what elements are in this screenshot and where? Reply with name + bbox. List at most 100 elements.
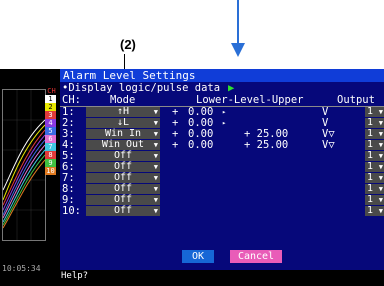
dropdown-arrow-icon: ▼ bbox=[378, 108, 383, 116]
mode-select[interactable]: Off ▼ bbox=[86, 162, 160, 172]
dropdown-arrow-icon: ▼ bbox=[378, 152, 383, 160]
column-header: CH: Mode Lower-Level-Upper Output bbox=[60, 94, 384, 107]
mode-select[interactable]: Win In ▼ bbox=[86, 129, 160, 139]
mode-value: ↑H bbox=[116, 106, 130, 117]
output-select[interactable]: 1 ▼ bbox=[365, 129, 384, 139]
dialog-buttons: OK Cancel bbox=[60, 250, 384, 264]
dropdown-arrow-icon: ▼ bbox=[378, 174, 383, 182]
lower-value[interactable]: 0.00 bbox=[188, 140, 213, 151]
dropdown-arrow-icon: ▼ bbox=[378, 119, 383, 127]
dropdown-arrow-icon: ▼ bbox=[153, 174, 158, 182]
alarm-row: 4: Win Out ▼ +0.00 + 25.00 V▽ 1 ▼ bbox=[60, 140, 384, 151]
alarm-row: 6: Off ▼ 1 ▼ bbox=[60, 162, 384, 173]
mode-value: Off bbox=[113, 205, 133, 216]
mode-value: Win Out bbox=[101, 139, 145, 150]
channel-indicator: 2 bbox=[45, 103, 56, 111]
output-select[interactable]: 1 ▼ bbox=[365, 162, 384, 172]
channel-list-header: CH bbox=[47, 87, 56, 95]
mode-select[interactable]: Off ▼ bbox=[86, 195, 160, 205]
output-select[interactable]: 1 ▼ bbox=[365, 173, 384, 183]
mode-value: Off bbox=[113, 150, 133, 161]
sign-value[interactable]: + bbox=[172, 140, 178, 151]
channel-indicator: 4 bbox=[45, 119, 56, 127]
channel-list: CH 1 2 3 4 5 6 7 8 9 10 bbox=[45, 87, 58, 175]
alarm-row: 9: Off ▼ 1 ▼ bbox=[60, 195, 384, 206]
dropdown-arrow-icon: ▼ bbox=[378, 163, 383, 171]
mode-value: Off bbox=[113, 161, 133, 172]
dropdown-arrow-icon: ▼ bbox=[153, 185, 158, 193]
dropdown-arrow-icon: ▼ bbox=[378, 196, 383, 204]
channel-indicator: 3 bbox=[45, 111, 56, 119]
dropdown-arrow-icon: ▼ bbox=[153, 108, 158, 116]
mode-value: Off bbox=[113, 194, 133, 205]
output-select[interactable]: 1 ▼ bbox=[365, 107, 384, 117]
channel-indicator: 1 bbox=[45, 95, 56, 103]
dropdown-arrow-icon: ▼ bbox=[153, 130, 158, 138]
output-value: 1 bbox=[367, 194, 374, 205]
mode-select[interactable]: Win Out ▼ bbox=[86, 140, 160, 150]
output-value: 1 bbox=[367, 205, 374, 216]
dropdown-arrow-icon: ▼ bbox=[153, 207, 158, 215]
output-select[interactable]: 1 ▼ bbox=[365, 195, 384, 205]
dropdown-arrow-icon: ▼ bbox=[153, 141, 158, 149]
mode-select[interactable]: Off ▼ bbox=[86, 184, 160, 194]
help-bar: Help? bbox=[60, 270, 384, 286]
dropdown-arrow-icon: ▼ bbox=[378, 130, 383, 138]
dropdown-arrow-icon: ▼ bbox=[378, 185, 383, 193]
alarm-rows: 1: ↑H ▼ +0.00 ▸ V 1 ▼ 2: ↓L ▼ +0.00 ▸ V 1 ▼ 3: Win In ▼ +0.… bbox=[60, 107, 384, 217]
level-arrow-icon: ▸ bbox=[222, 108, 227, 116]
header-mode: Mode bbox=[110, 94, 136, 106]
dropdown-arrow-icon: ▼ bbox=[378, 207, 383, 215]
alarm-row: 7: Off ▼ 1 ▼ bbox=[60, 173, 384, 184]
alarm-row: 10: Off ▼ 1 ▼ bbox=[60, 206, 384, 217]
mode-select[interactable]: ↑H ▼ bbox=[86, 107, 160, 117]
dropdown-arrow-icon: ▼ bbox=[153, 119, 158, 127]
mode-value: Off bbox=[113, 183, 133, 194]
alarm-row: 8: Off ▼ 1 ▼ bbox=[60, 184, 384, 195]
channel-indicator: 7 bbox=[45, 143, 56, 151]
output-value: 1 bbox=[367, 183, 374, 194]
display-logic-pulse-toggle[interactable]: •Display logic/pulse data ▶ bbox=[60, 82, 384, 94]
mode-select[interactable]: Off ▼ bbox=[86, 151, 160, 161]
output-select[interactable]: 1 ▼ bbox=[365, 140, 384, 150]
dropdown-arrow-icon: ▼ bbox=[153, 163, 158, 171]
output-value: 1 bbox=[367, 117, 374, 128]
dropdown-arrow-icon: ▼ bbox=[153, 196, 158, 204]
unit-label: V▽ bbox=[322, 139, 335, 151]
dialog-title: Alarm Level Settings bbox=[60, 69, 384, 82]
output-value: 1 bbox=[367, 172, 374, 183]
output-value: 1 bbox=[367, 150, 374, 161]
output-select[interactable]: 1 ▼ bbox=[365, 118, 384, 128]
upper-value[interactable]: + 25.00 bbox=[244, 140, 288, 151]
clock: 10:05:34 bbox=[2, 264, 41, 273]
waveform-graph bbox=[2, 89, 46, 241]
output-value: 1 bbox=[367, 128, 374, 139]
ok-button[interactable]: OK bbox=[182, 250, 214, 263]
channel-indicator: 10 bbox=[45, 167, 56, 175]
output-value: 1 bbox=[367, 106, 374, 117]
play-icon[interactable]: ▶ bbox=[228, 82, 234, 94]
annotation-label: (2) bbox=[120, 37, 136, 52]
output-select[interactable]: 1 ▼ bbox=[365, 184, 384, 194]
subtitle-label: •Display logic/pulse data bbox=[62, 82, 221, 94]
output-value: 1 bbox=[367, 139, 374, 150]
channel-indicator: 8 bbox=[45, 151, 56, 159]
waveform-panel: CH 1 2 3 4 5 6 7 8 9 10 10:05:34 bbox=[0, 69, 60, 286]
header-output: Output bbox=[337, 94, 375, 106]
mode-value: Off bbox=[113, 172, 133, 183]
mode-select[interactable]: Off ▼ bbox=[86, 206, 160, 216]
channel-indicator: 6 bbox=[45, 135, 56, 143]
device-screen: CH 1 2 3 4 5 6 7 8 9 10 10:05:34 Alarm Level Sett… bbox=[0, 69, 384, 286]
output-value: 1 bbox=[367, 161, 374, 172]
dropdown-arrow-icon: ▼ bbox=[153, 152, 158, 160]
mode-select[interactable]: ↓L ▼ bbox=[86, 118, 160, 128]
cancel-button[interactable]: Cancel bbox=[230, 250, 282, 263]
mode-value: ↓L bbox=[116, 117, 130, 128]
alarm-level-settings-dialog: Alarm Level Settings •Display logic/puls… bbox=[60, 69, 384, 270]
output-select[interactable]: 1 ▼ bbox=[365, 151, 384, 161]
mode-value: Win In bbox=[104, 128, 142, 139]
mode-select[interactable]: Off ▼ bbox=[86, 173, 160, 183]
alarm-row: 1: ↑H ▼ +0.00 ▸ V 1 ▼ bbox=[60, 107, 384, 118]
output-select[interactable]: 1 ▼ bbox=[365, 206, 384, 216]
channel-indicator: 9 bbox=[45, 159, 56, 167]
